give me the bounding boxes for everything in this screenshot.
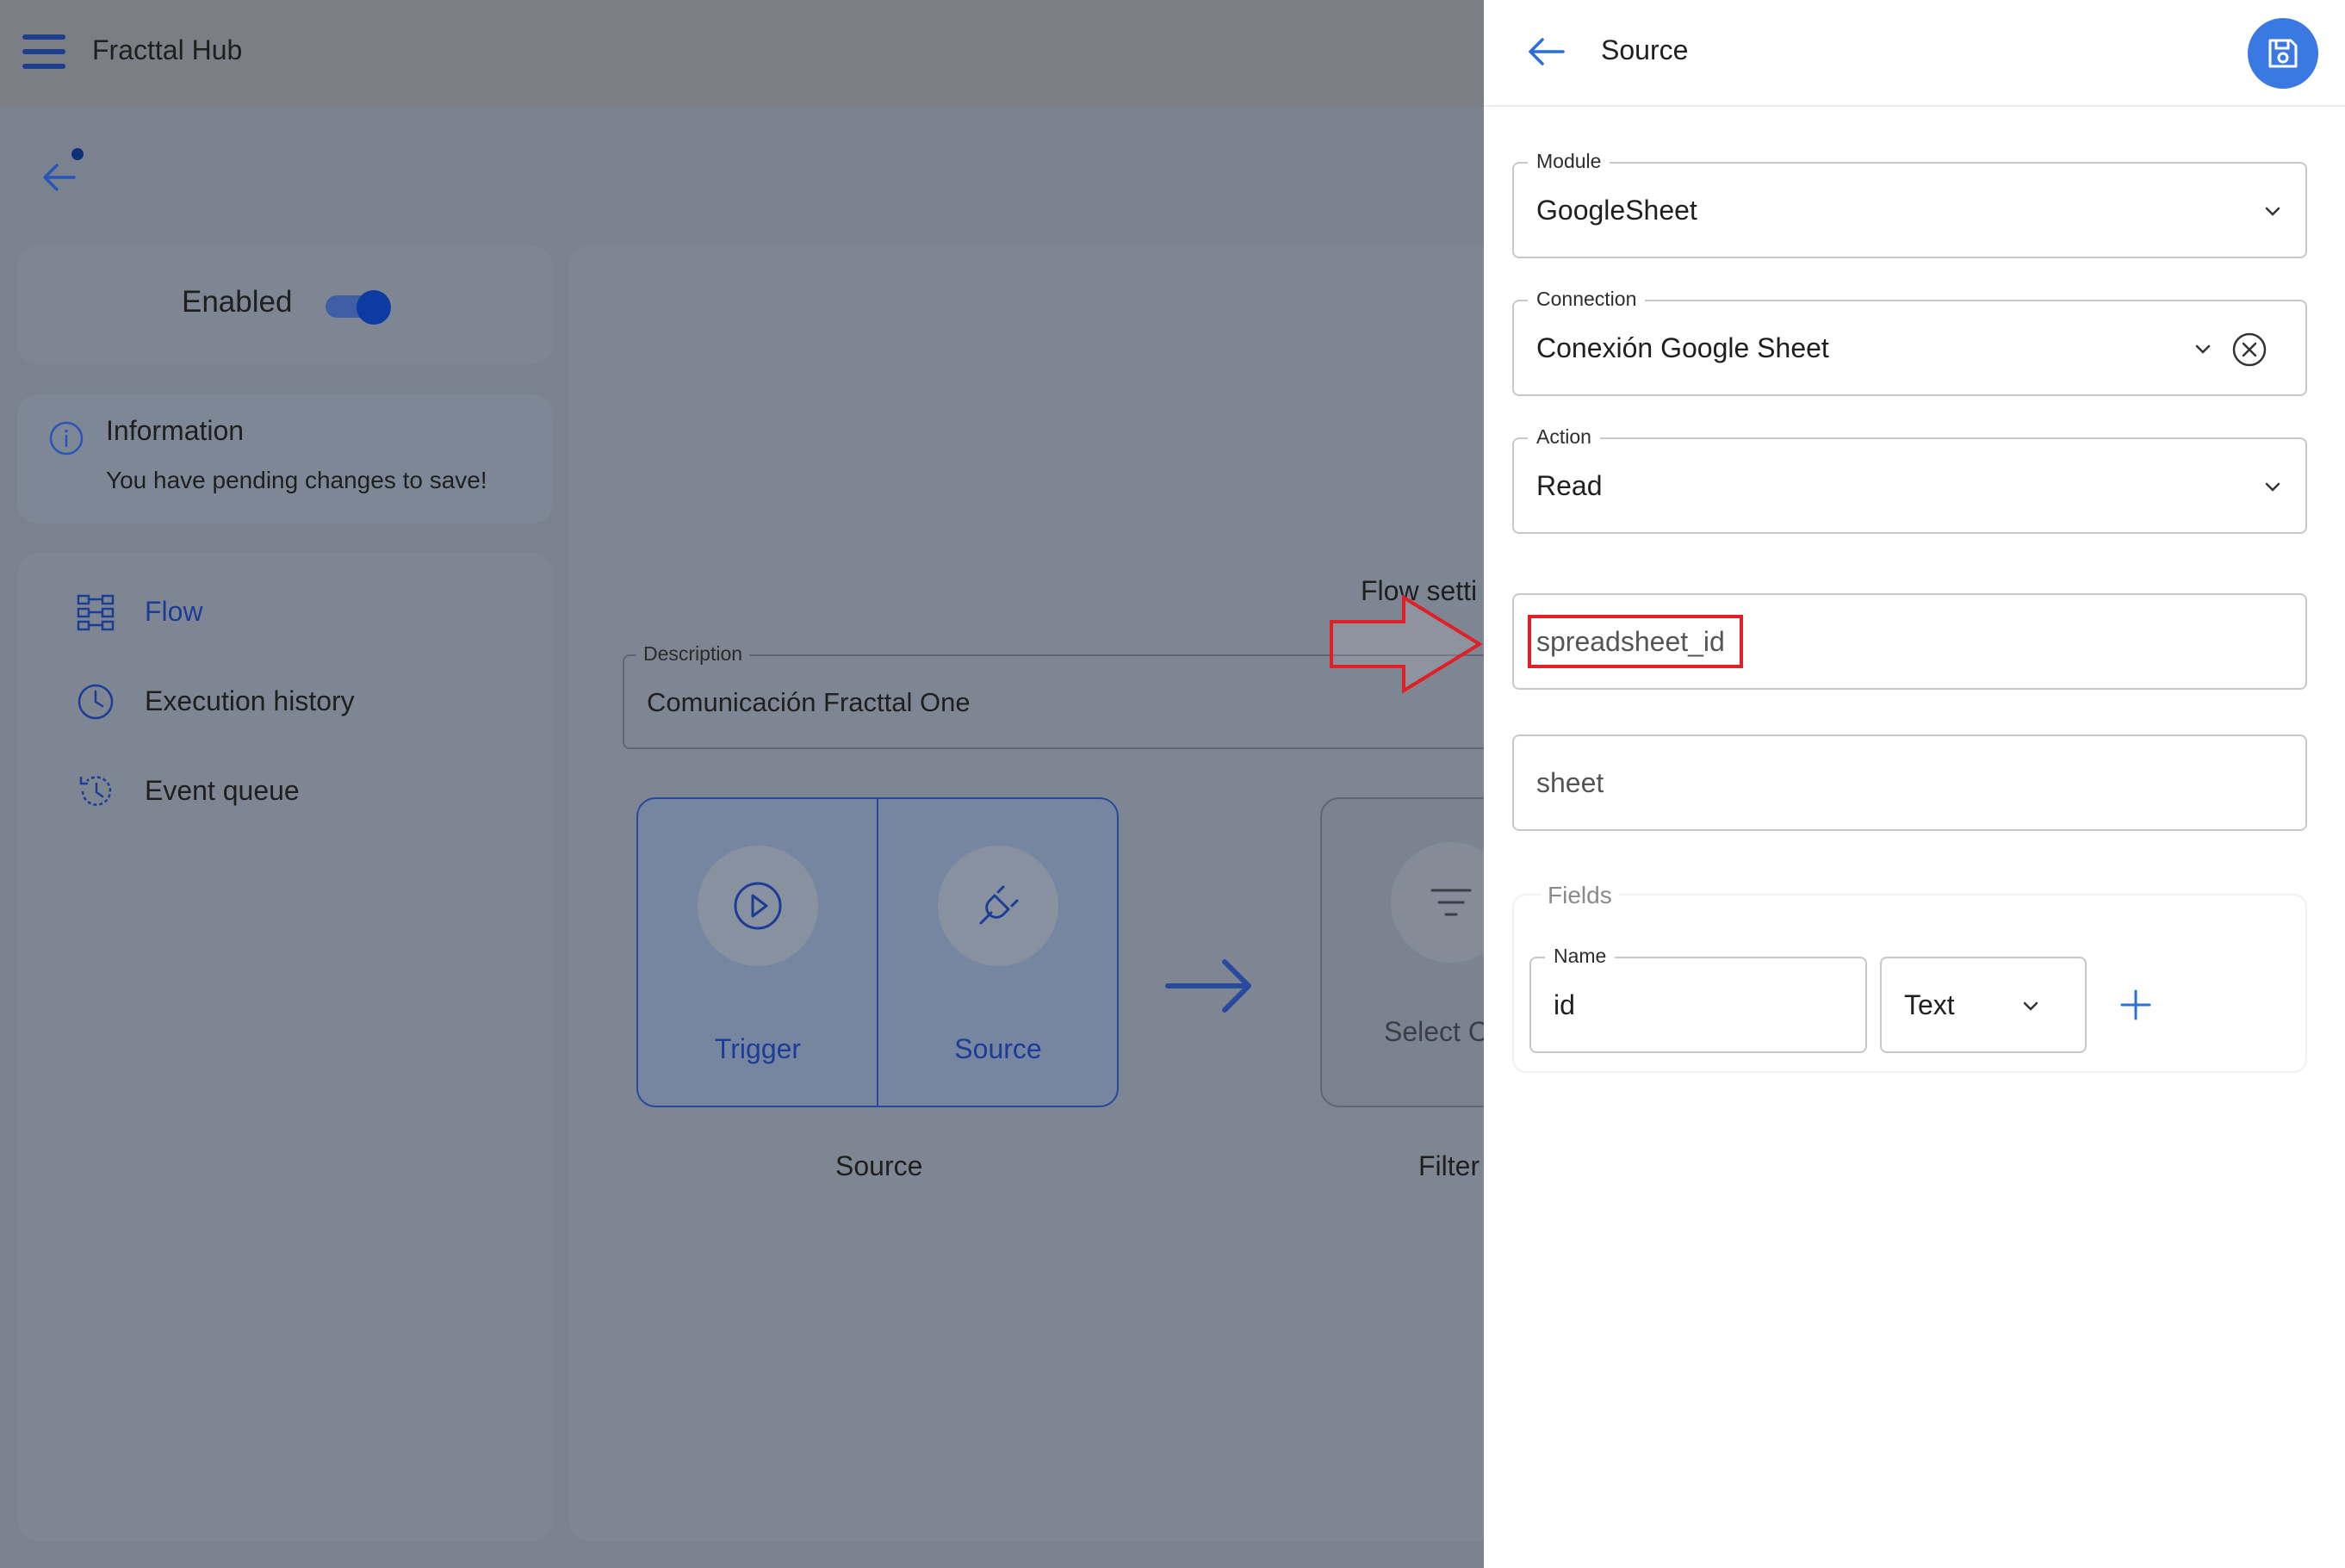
app-title: Fracttal Hub [92,34,243,65]
arrow-right-icon [1165,959,1251,1013]
field-name-label: Name [1545,945,1616,968]
chevron-down-icon [2265,482,2280,492]
back-arrow-icon[interactable] [1525,33,1568,71]
filter-group-caption: Filter [1418,1150,1480,1181]
panel-title: Source [1601,34,1689,65]
module-label: Module [1528,150,1610,173]
enabled-toggle[interactable] [326,290,391,325]
flow-icon [77,594,115,631]
chevron-down-icon [2023,1001,2038,1011]
play-circle-icon [734,882,782,930]
source-step[interactable] [938,846,1058,966]
field-type-select[interactable]: Text [1880,957,2087,1053]
connection-label: Connection [1528,288,1646,311]
action-label: Action [1528,425,1600,449]
nav-item-flow[interactable]: Flow [57,586,539,637]
clock-icon [78,684,114,720]
chevron-down-icon [2265,207,2280,216]
field-type-value: Text [1904,989,1955,1020]
fields-title: Fields [1541,882,1619,909]
panel-header: Source [1484,0,2345,107]
enabled-label: Enabled [182,285,293,319]
action-value: Read [1536,470,1603,501]
annotation-highlight-box [1528,615,1743,668]
add-field-icon[interactable] [2117,986,2155,1024]
save-button[interactable] [2248,18,2318,89]
info-icon [49,421,84,456]
action-select[interactable]: Action Read [1512,425,2307,534]
filter-step-group[interactable]: Select O [1320,797,1510,1107]
history-icon [79,776,112,806]
connection-value: Conexión Google Sheet [1536,332,1829,363]
enabled-card: Enabled [17,245,553,364]
navigation-card: Flow Execution history Event queue [17,553,553,1541]
nav-item-execution-history[interactable]: Execution history [57,675,539,727]
information-text: You have pending changes to save! [106,467,487,493]
source-config-panel: Source Module GoogleSheet Connection Con… [1484,0,2345,1568]
description-value: Comunicación Fracttal One [647,687,971,717]
filter-icon [1430,889,1472,916]
plug-icon [979,885,1019,925]
information-card: Information You have pending changes to … [17,394,553,524]
trigger-step[interactable] [698,846,818,966]
nav-item-label: Execution history [145,685,355,716]
connection-select[interactable]: Connection Conexión Google Sheet [1512,288,2307,396]
nav-item-label: Flow [145,596,203,627]
field-name-value: id [1554,989,1575,1020]
nav-item-event-queue[interactable]: Event queue [57,765,539,816]
source-step-group: Trigger Source [636,797,1119,1107]
annotation-arrow-icon [1330,594,1483,694]
unsaved-indicator-dot [71,148,84,160]
source-step-label: Source [954,1033,1042,1064]
trigger-step-label: Trigger [714,1033,802,1064]
sheet-input[interactable]: sheet [1512,734,2307,831]
module-select[interactable]: Module GoogleSheet [1512,150,2307,258]
clear-circle-icon[interactable] [2230,331,2268,369]
field-name-input[interactable]: Name id [1529,945,1867,1053]
filter-step-label: Select O [1384,1016,1490,1047]
information-title: Information [106,415,245,446]
sheet-placeholder: sheet [1536,767,1604,798]
description-label: Description [636,642,750,666]
menu-icon[interactable] [22,34,65,69]
source-group-caption: Source [835,1150,923,1181]
nav-item-label: Event queue [145,775,300,806]
module-value: GoogleSheet [1536,195,1697,226]
save-icon [2268,39,2298,68]
chevron-down-icon [2195,344,2211,354]
